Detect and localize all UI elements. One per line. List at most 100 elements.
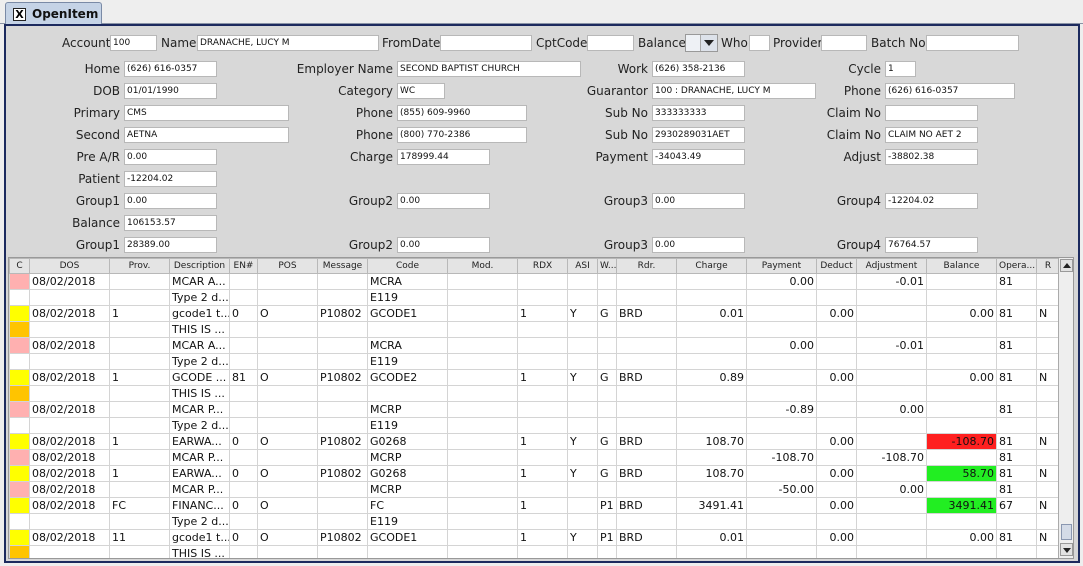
column-header[interactable]: Adjustment [856,258,927,274]
patient-field[interactable]: -12204.02 [124,171,217,187]
account-input[interactable]: 100 [110,35,157,51]
table-row[interactable]: 08/02/2018 1 EARWA... 0 O P10802 G0268 1 Y G BRD 10… [9,465,1060,482]
prear-field[interactable]: 0.00 [124,149,217,165]
column-header[interactable]: Opera... [996,258,1037,274]
group3b-field[interactable]: 0.00 [652,237,745,253]
group1-field[interactable]: 0.00 [124,193,217,209]
phone-field[interactable]: (626) 616-0357 [885,83,1015,99]
group1b-field[interactable]: 28389.00 [124,237,217,253]
adjust-field[interactable]: -38802.38 [885,149,978,165]
column-header[interactable]: Deduct [816,258,857,274]
column-header[interactable]: RDX [517,258,568,274]
second-phone-field[interactable]: (800) 770-2386 [397,127,527,143]
column-header[interactable]: Prov. [109,258,170,274]
table-cell [597,273,617,290]
table-row[interactable]: THIS IS ... [9,321,1060,338]
column-header[interactable]: ASI [567,258,598,274]
table-row[interactable]: 08/02/2018 FC FINANC... 0 O FC 1 P1 BRD 3491.41 0.… [9,497,1060,514]
charge-field[interactable]: 178999.44 [397,149,490,165]
column-header[interactable]: Description [169,258,230,274]
guarantor-field[interactable]: 100 : DRANACHE, LUCY M [652,83,816,99]
who-input[interactable] [749,35,770,51]
second-label: Second [75,128,120,142]
column-header[interactable]: EN# [229,258,258,274]
vertical-scrollbar[interactable] [1058,258,1073,558]
table-row[interactable]: Type 2 d... E119 [9,513,1060,530]
group2-field[interactable]: 0.00 [397,193,490,209]
column-header[interactable]: W... [597,258,617,274]
tab-openitem[interactable]: X OpenItem [5,2,102,25]
balance-filter-dropdown[interactable] [685,34,718,52]
table-row[interactable]: Type 2 d... E119 [9,289,1060,306]
table-row[interactable]: THIS IS ... [9,545,1060,558]
column-header[interactable]: Payment [746,258,817,274]
table-row[interactable]: THIS IS ... [9,385,1060,402]
column-header[interactable]: DOS [29,258,110,274]
table-row[interactable]: 08/02/2018 MCAR A... MCRA 0.00 -0.01 81 [9,337,1060,354]
work-field[interactable]: (626) 358-2136 [652,61,745,77]
second-field[interactable]: AETNA [124,127,289,143]
scroll-thumb[interactable] [1061,524,1072,540]
table-row[interactable]: 08/02/2018 1 GCODE ... 81 O P10802 GCODE2 1 Y G BR… [9,369,1060,386]
column-header[interactable]: Code [367,258,448,274]
second-claimno-field[interactable]: CLAIM NO AET 2 [885,127,978,143]
home-field[interactable]: (626) 616-0357 [124,61,217,77]
table-row[interactable]: 08/02/2018 MCAR P... MCRP -108.70 -108.70 81 [9,449,1060,466]
cycle-field[interactable]: 1 [885,61,916,77]
column-header[interactable]: Balance [926,258,997,274]
table-body: 08/02/2018 MCAR A... MCRA 0.00 -0.01 81 Type 2… [9,273,1060,558]
group4-field[interactable]: -12204.02 [885,193,978,209]
second-subno-field[interactable]: 2930289031AET [652,127,745,143]
group3-field[interactable]: 0.00 [652,193,745,209]
table-cell: N [1036,497,1060,514]
column-header[interactable]: Rdr. [616,258,677,274]
table-cell [996,385,1037,402]
table-row[interactable]: 08/02/2018 11 gcode1 t... 0 O P10802 GCODE1 1 Y P… [9,529,1060,546]
payment-field[interactable]: -34043.49 [652,149,745,165]
table-cell [1036,513,1060,530]
column-header[interactable]: POS [257,258,318,274]
table-row[interactable]: 08/02/2018 1 EARWA... 0 O P10802 G0268 1 Y G BRD 10… [9,433,1060,450]
fromdate-input[interactable] [440,35,532,51]
column-header[interactable]: Charge [676,258,747,274]
table-row[interactable]: 08/02/2018 MCAR P... MCRP -0.89 0.00 81 [9,401,1060,418]
primary-claimno-field[interactable] [885,105,978,121]
table-cell: 58.70 [926,465,997,482]
column-header[interactable]: Message [317,258,368,274]
table-cell: 11 [109,529,170,546]
column-header[interactable]: R [1036,258,1060,274]
table-cell: MCRP [367,449,448,466]
table-row[interactable]: 08/02/2018 MCAR P... MCRP -50.00 0.00 81 [9,481,1060,498]
table-cell [229,481,258,498]
table-cell: E119 [367,289,448,306]
primary-subno-field[interactable]: 333333333 [652,105,745,121]
column-header[interactable]: C [9,258,30,274]
primary-phone-field[interactable]: (855) 609-9960 [397,105,527,121]
provider-input[interactable] [821,35,867,51]
group4b-field[interactable]: 76764.57 [885,237,978,253]
table-cell [856,433,927,450]
name-input[interactable]: DRANACHE, LUCY M [197,35,379,51]
batch-input[interactable] [926,35,1019,51]
scroll-up-arrow-icon[interactable] [1060,259,1073,272]
scroll-down-arrow-icon[interactable] [1060,543,1073,556]
table-cell [926,481,997,498]
table-row[interactable]: Type 2 d... E119 [9,353,1060,370]
table-row[interactable]: 08/02/2018 MCAR A... MCRA 0.00 -0.01 81 [9,273,1060,290]
category-field[interactable]: WC [397,83,445,99]
close-icon[interactable]: X [13,7,26,21]
column-header[interactable]: Mod. [447,258,518,274]
group2b-field[interactable]: 0.00 [397,237,490,253]
balance-field[interactable]: 106153.57 [124,215,217,231]
table-row[interactable]: 08/02/2018 1 gcode1 t... 0 O P10802 GCODE1 1 Y G B… [9,305,1060,322]
primary-field[interactable]: CMS [124,105,289,121]
table-cell: O [257,465,318,482]
table-row[interactable]: Type 2 d... E119 [9,417,1060,434]
table-cell [597,337,617,354]
dob-field[interactable]: 01/01/1990 [124,83,217,99]
cptcode-input[interactable] [587,35,634,51]
table-cell [676,545,747,558]
table-cell: E119 [367,417,448,434]
chevron-down-icon[interactable] [704,40,714,46]
employer-field[interactable]: SECOND BAPTIST CHURCH [397,61,581,77]
